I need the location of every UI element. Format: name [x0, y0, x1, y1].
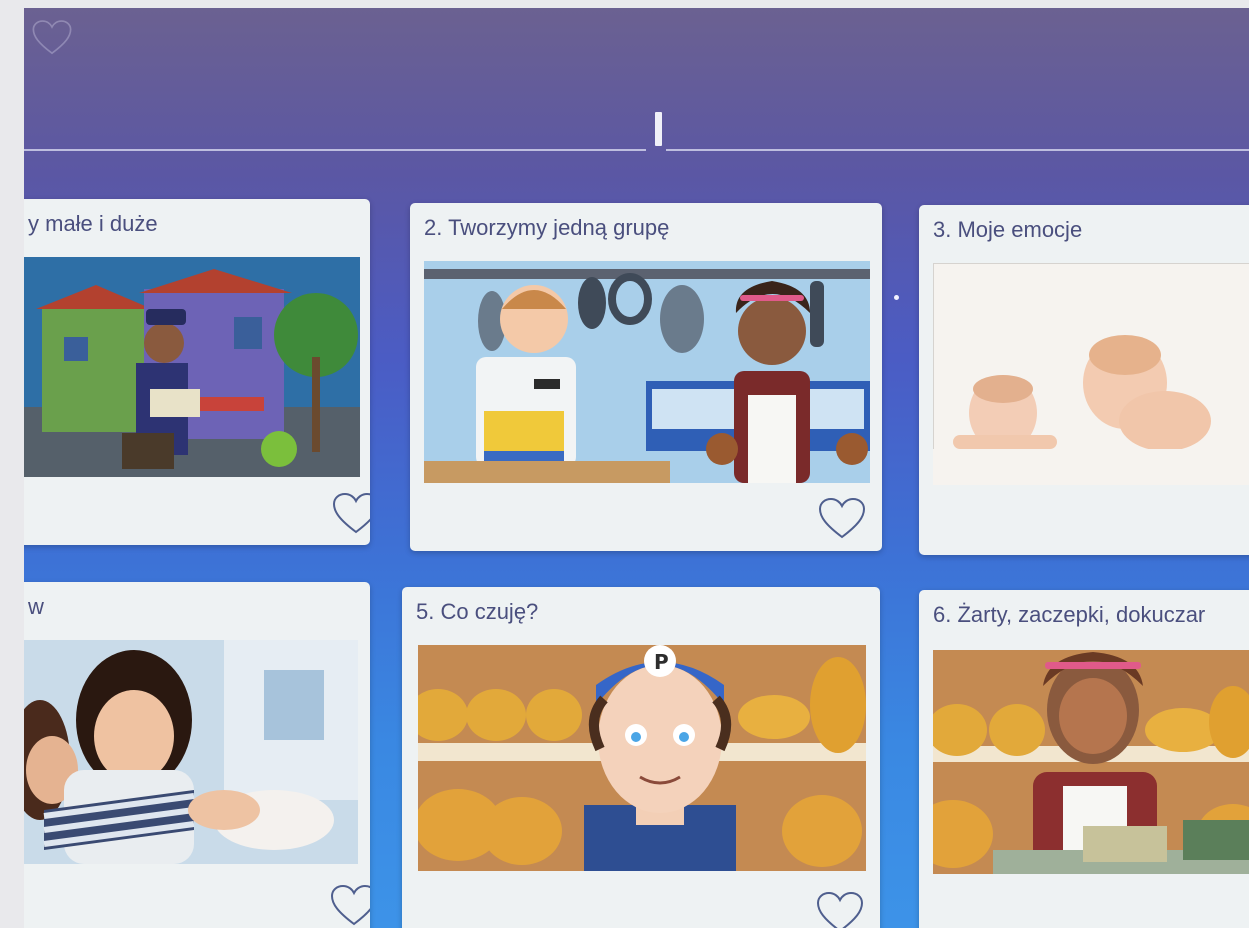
- lesson-card-1[interactable]: y małe i duże: [24, 199, 370, 545]
- lesson-card-4[interactable]: w: [24, 582, 370, 928]
- screen-dot: [894, 295, 899, 300]
- favorite-heart-icon[interactable]: [328, 884, 370, 928]
- lesson-title: w: [28, 594, 44, 619]
- lesson-image[interactable]: [24, 640, 358, 864]
- text-cursor: [655, 112, 662, 146]
- lesson-card-2[interactable]: 2. Tworzymy jedną grupę: [410, 203, 882, 551]
- favorite-heart-icon[interactable]: [814, 891, 866, 928]
- lesson-title: 3. Moje emocje: [933, 217, 1083, 242]
- lesson-card-3[interactable]: 3. Moje emocje: [919, 205, 1249, 555]
- lesson-image[interactable]: P: [418, 645, 866, 871]
- favorite-heart-icon[interactable]: [816, 497, 868, 541]
- lesson-title: 6. Żarty, zaczepki, dokuczar: [933, 602, 1206, 627]
- divider-right: [666, 149, 1249, 151]
- lesson-image[interactable]: [933, 263, 1249, 485]
- favorite-heart-icon[interactable]: [330, 492, 370, 536]
- lesson-image[interactable]: [424, 261, 870, 483]
- lesson-title: 5. Co czuję?: [416, 599, 539, 624]
- lesson-title: 2. Tworzymy jedną grupę: [424, 215, 670, 240]
- lesson-image[interactable]: [24, 257, 360, 477]
- screen: y małe i duże 2. Tworzymy jedną grupę 3.…: [24, 8, 1249, 928]
- lesson-card-6[interactable]: 6. Żarty, zaczepki, dokuczar: [919, 590, 1249, 928]
- favorites-heart-icon[interactable]: [30, 18, 74, 58]
- lesson-title: y małe i duże: [28, 211, 158, 236]
- lesson-image[interactable]: [933, 650, 1249, 874]
- lesson-card-5[interactable]: 5. Co czuję? P: [402, 587, 880, 928]
- divider-left: [24, 149, 646, 151]
- svg-text:P: P: [654, 650, 669, 674]
